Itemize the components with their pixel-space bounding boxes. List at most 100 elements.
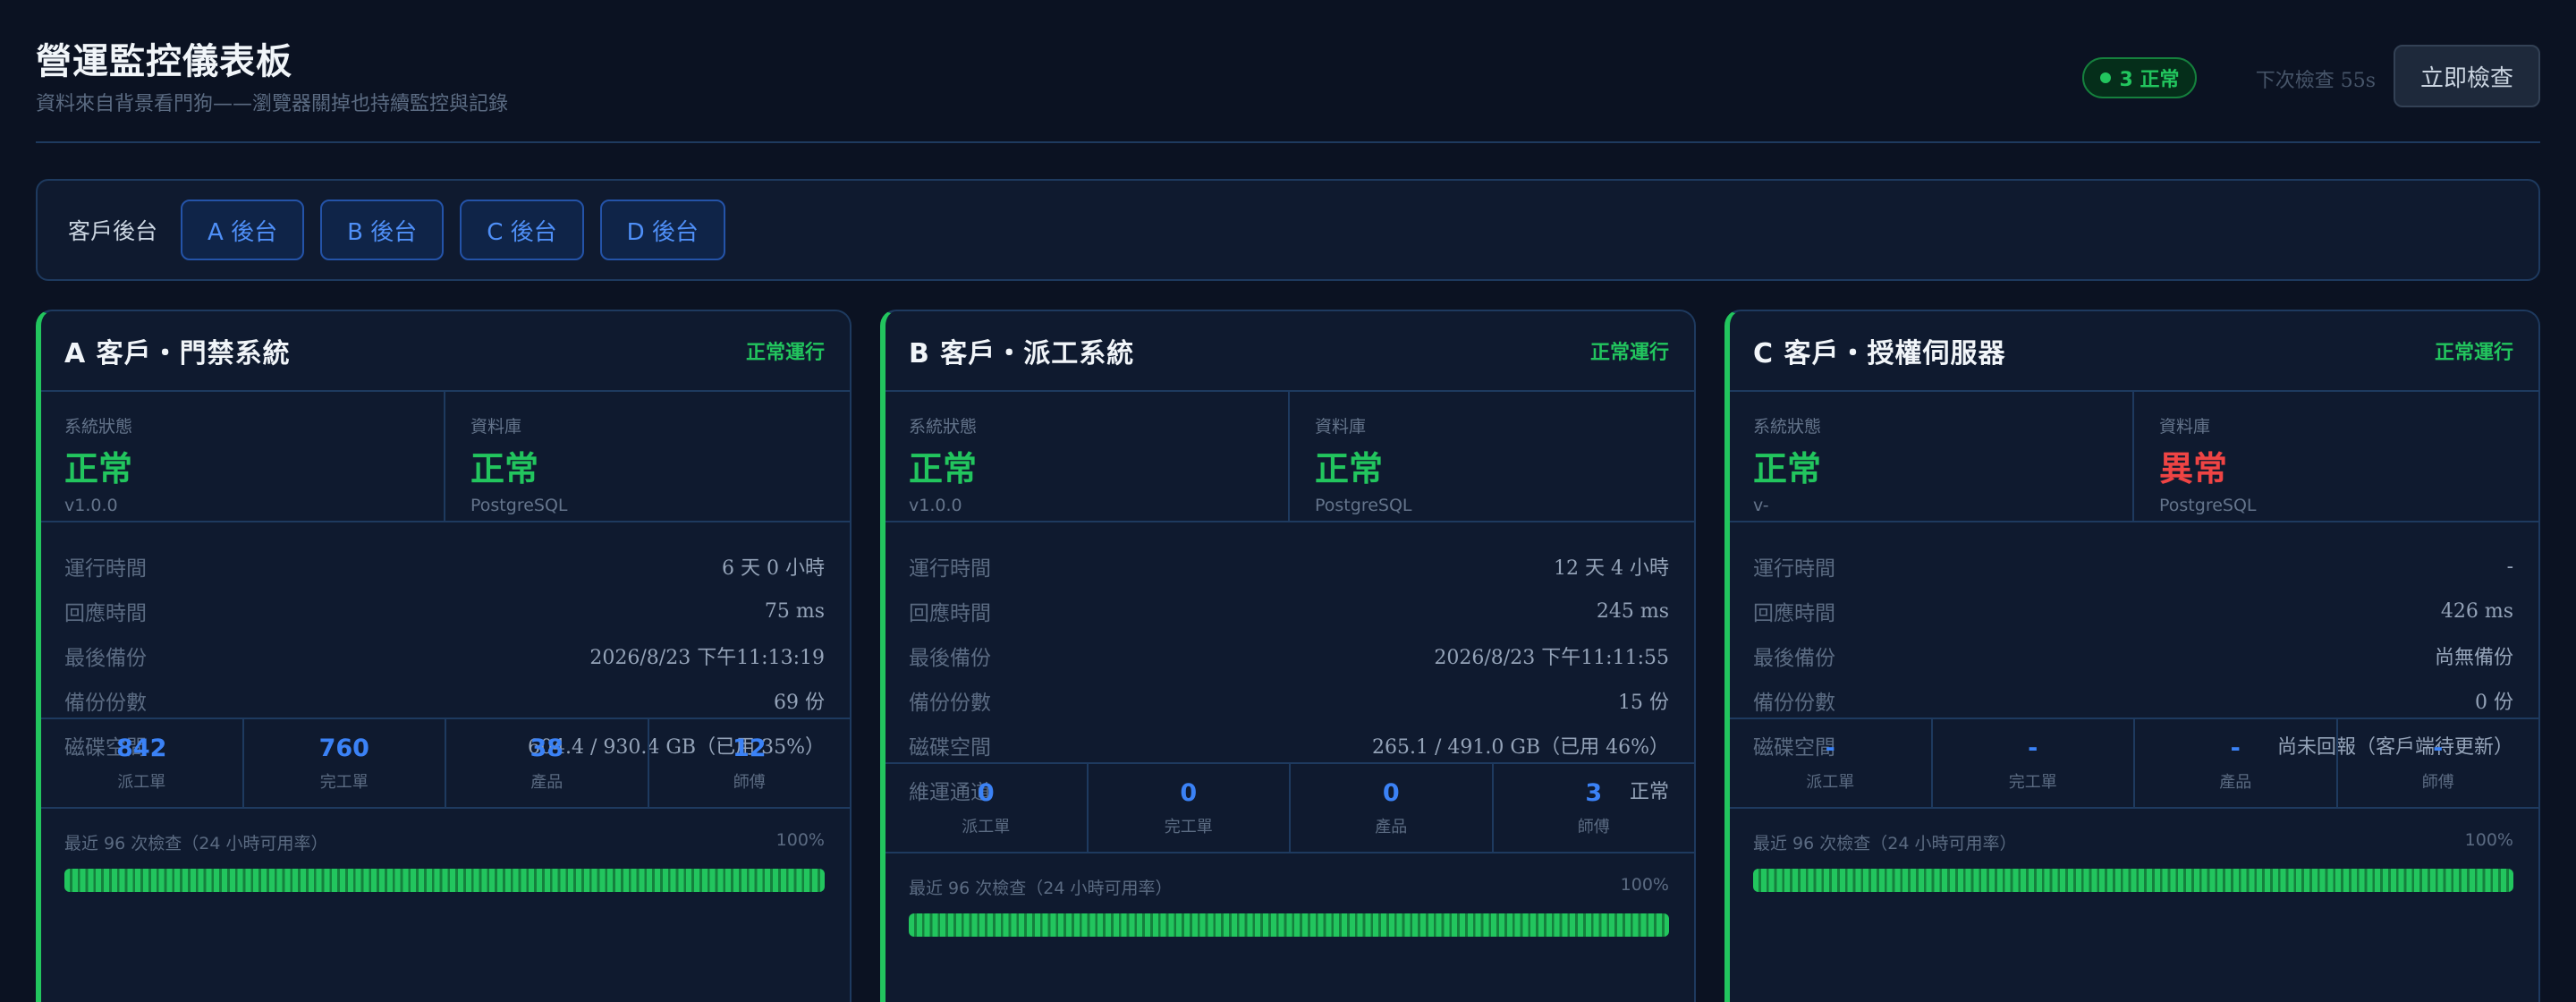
- system-status-value: 正常: [909, 449, 978, 488]
- database-status-value: 異常: [2159, 449, 2228, 488]
- card-status: 正常運行: [745, 342, 825, 364]
- availability-value: 100%: [1620, 875, 1669, 895]
- status-row: 系統狀態 正常 v1.0.0 資料庫 正常 PostgreSQL: [886, 392, 1694, 522]
- metric-row: 備份份數 15 份: [909, 678, 1669, 723]
- metric-row: 運行時間 12 天 4 小時: [909, 544, 1669, 589]
- metric-key: 備份份數: [909, 692, 991, 715]
- count-cell: 842 派工單: [41, 719, 242, 807]
- count-cell: - 產品: [2133, 719, 2336, 807]
- metric-row: 最後備份 2026/8/23 下午11:13:19: [64, 633, 825, 678]
- metric-row: 最後備份 尚無備份: [1753, 633, 2513, 678]
- availability-section: 最近 96 次檢查（24 小時可用率） 100%: [1730, 809, 2538, 892]
- metric-row: 備份份數 69 份: [64, 678, 825, 723]
- count-label: 師傅: [1577, 817, 1610, 836]
- metric-value: 6 天 0 小時: [722, 557, 825, 580]
- metric-value: 265.1 / 491.0 GB（已用 46%）: [1372, 736, 1669, 759]
- tab-c-backend[interactable]: C 後台: [460, 200, 584, 260]
- status-dot-icon: [2099, 72, 2111, 83]
- metric-key: 最後備份: [64, 647, 147, 670]
- metric-row: 回應時間 75 ms: [64, 589, 825, 633]
- check-now-button[interactable]: 立即檢查: [2394, 45, 2540, 107]
- metric-row: 回應時間 426 ms: [1753, 589, 2513, 633]
- card-title: A 客戶・門禁系統: [64, 338, 291, 369]
- count-label: 完工單: [1164, 817, 1213, 836]
- client-card-c: C 客戶・授權伺服器 正常運行 系統狀態 正常 v- 資料庫 異常 Postgr…: [1724, 310, 2540, 1002]
- page-header: 營運監控儀表板 資料來自背景看門狗——瀏覽器關掉也持續監控與記錄 3 正常 下次…: [36, 32, 2540, 143]
- count-cell: 0 產品: [1289, 764, 1492, 852]
- system-status: 系統狀態 正常 v-: [1730, 392, 2132, 521]
- page-title: 營運監控儀表板: [36, 41, 292, 82]
- status-row: 系統狀態 正常 v- 資料庫 異常 PostgreSQL: [1730, 392, 2538, 522]
- metric-key: 備份份數: [1753, 692, 1835, 715]
- count-cell: - 派工單: [1730, 719, 1931, 807]
- client-backend-label: 客戶後台: [68, 218, 158, 244]
- metric-value: 2026/8/23 下午11:11:55: [1434, 647, 1669, 669]
- availability-section: 最近 96 次檢查（24 小時可用率） 100%: [41, 809, 850, 892]
- count-cell: 3 師傅: [1491, 764, 1695, 852]
- status-badge-label: 3 正常: [2119, 69, 2180, 91]
- availability-value: 100%: [2464, 830, 2513, 850]
- database-status-value: 正常: [470, 449, 539, 488]
- count-value: -: [2230, 734, 2241, 762]
- database-status-value: 正常: [1315, 449, 1384, 488]
- count-value: -: [2028, 734, 2038, 762]
- metric-key: 運行時間: [909, 557, 991, 581]
- tab-b-backend[interactable]: B 後台: [320, 200, 445, 260]
- system-status-label: 系統狀態: [64, 417, 133, 437]
- database-status-label: 資料庫: [470, 417, 522, 437]
- system-status: 系統狀態 正常 v1.0.0: [886, 392, 1288, 521]
- count-cell: 38 產品: [445, 719, 648, 807]
- database-status: 資料庫 正常 PostgreSQL: [1288, 392, 1694, 521]
- metric-key: 運行時間: [64, 557, 147, 581]
- metric-value: 尚無備份: [2434, 647, 2513, 669]
- card-header: C 客戶・授權伺服器 正常運行: [1730, 311, 2538, 392]
- count-value: 760: [318, 734, 369, 762]
- status-badge: 3 正常: [2082, 57, 2197, 98]
- metric-value: 15 份: [1618, 692, 1669, 714]
- count-label: 完工單: [319, 772, 369, 792]
- availability-bar: [64, 869, 825, 892]
- page-subtitle: 資料來自背景看門狗——瀏覽器關掉也持續監控與記錄: [36, 93, 509, 115]
- count-cell: - 完工單: [1930, 719, 2134, 807]
- tab-d-backend[interactable]: D 後台: [599, 200, 725, 260]
- count-cell: 12 師傅: [647, 719, 851, 807]
- metric-key: 最後備份: [909, 647, 991, 670]
- metric-row: 回應時間 245 ms: [909, 589, 1669, 633]
- card-status: 正常運行: [2434, 342, 2513, 364]
- counts-row: 0 派工單 0 完工單 0 產品 3 師傅: [886, 764, 1694, 853]
- metric-value: 245 ms: [1596, 599, 1669, 623]
- count-cell: 0 完工單: [1086, 764, 1290, 852]
- client-backend-bar: 客戶後台 A 後台 B 後台 C 後台 D 後台: [36, 179, 2540, 281]
- client-card-b: B 客戶・派工系統 正常運行 系統狀態 正常 v1.0.0 資料庫 正常 Pos…: [880, 310, 1696, 1002]
- system-status-label: 系統狀態: [1753, 417, 1822, 437]
- count-label: 完工單: [2008, 772, 2057, 792]
- count-value: 0: [1382, 778, 1400, 807]
- database-status-label: 資料庫: [2159, 417, 2211, 437]
- count-cell: - 師傅: [2335, 719, 2539, 807]
- database-engine: PostgreSQL: [470, 496, 568, 515]
- availability-value: 100%: [775, 830, 825, 850]
- metric-value: 0 份: [2475, 692, 2513, 714]
- counts-row: - 派工單 - 完工單 - 產品 - 師傅: [1730, 719, 2538, 809]
- count-cell: 0 派工單: [886, 764, 1087, 852]
- metric-key: 磁碟空間: [909, 736, 991, 760]
- next-check-countdown: 下次檢查 55s: [2255, 70, 2376, 92]
- metrics-list: 運行時間 12 天 4 小時 回應時間 245 ms 最後備份 2026/8/23 下…: [886, 522, 1694, 804]
- count-cell: 760 完工單: [242, 719, 445, 807]
- count-value: 0: [977, 778, 995, 807]
- system-version: v1.0.0: [64, 496, 118, 515]
- count-label: 師傅: [733, 772, 766, 792]
- database-engine: PostgreSQL: [2159, 496, 2257, 515]
- availability-section: 最近 96 次檢查（24 小時可用率） 100%: [886, 853, 1694, 937]
- availability-label: 最近 96 次檢查（24 小時可用率）: [64, 834, 328, 853]
- database-status: 資料庫 異常 PostgreSQL: [2132, 392, 2538, 521]
- metric-row: 運行時間 6 天 0 小時: [64, 544, 825, 589]
- metrics-list: 運行時間 6 天 0 小時 回應時間 75 ms 最後備份 2026/8/23 下午1…: [41, 522, 850, 760]
- metric-value: 12 天 4 小時: [1554, 557, 1669, 580]
- metrics-list: 運行時間 - 回應時間 426 ms 最後備份 尚無備份 備份份數 0 份 磁碟空間 尚未…: [1730, 522, 2538, 760]
- card-header: B 客戶・派工系統 正常運行: [886, 311, 1694, 392]
- metric-key: 備份份數: [64, 692, 147, 715]
- tab-a-backend[interactable]: A 後台: [181, 200, 305, 260]
- system-status-value: 正常: [64, 449, 133, 488]
- metric-row: 備份份數 0 份: [1753, 678, 2513, 723]
